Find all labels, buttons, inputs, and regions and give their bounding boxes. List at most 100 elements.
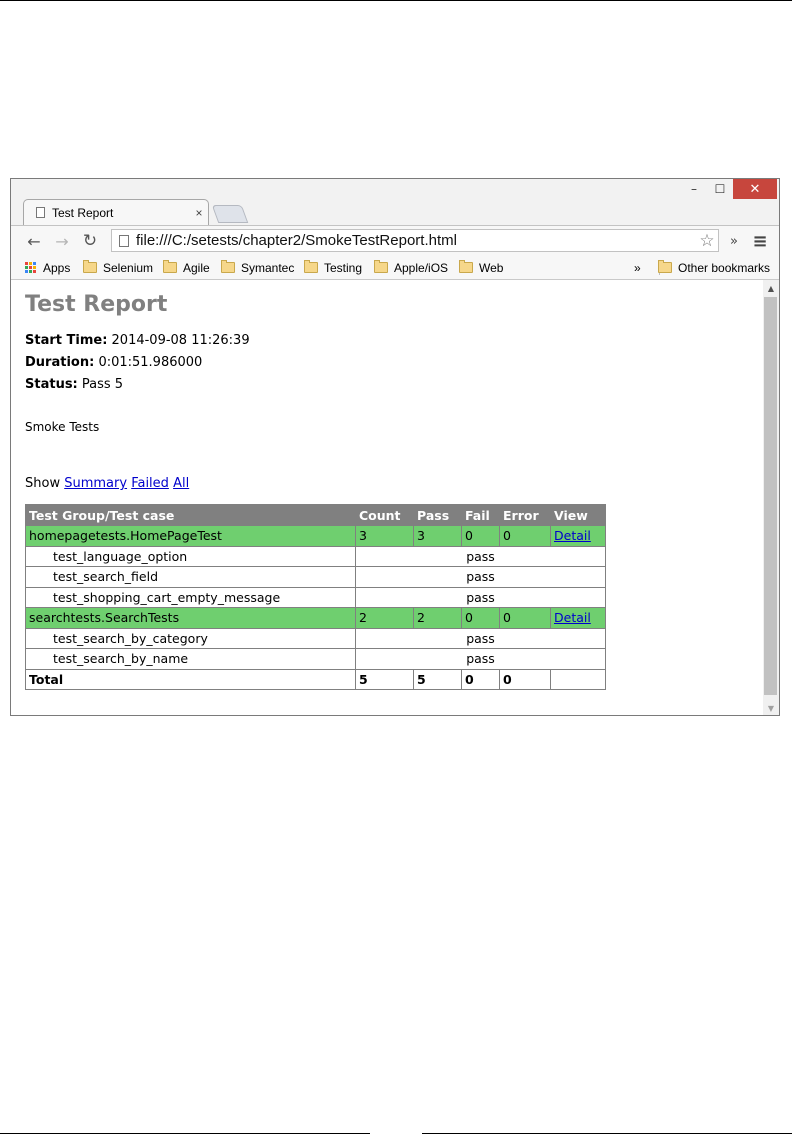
group-view: Detail: [550, 607, 606, 629]
bookmark-label: Web: [479, 260, 504, 275]
bookmark-other-bookmarks[interactable]: Other bookmarks: [658, 259, 770, 276]
detail-link[interactable]: Detail: [554, 528, 591, 543]
folder-icon: [163, 260, 177, 273]
folder-icon: [83, 260, 97, 273]
bookmark-label: Testing: [324, 260, 363, 275]
page-bottom-rule: [0, 1133, 370, 1134]
bookmark-apple-ios[interactable]: Apple/iOS: [374, 259, 448, 276]
duration-line: Duration: 0:01:51.986000: [25, 355, 202, 370]
page-icon: [36, 207, 45, 218]
filter-links: Show Summary Failed All: [25, 476, 189, 491]
test-case-result: pass: [355, 627, 606, 649]
failed-link[interactable]: Failed: [131, 476, 169, 491]
page-top-rule: [0, 0, 792, 1]
group-name: homepagetests.HomePageTest: [25, 525, 356, 547]
test-case-name: test_search_by_name: [25, 648, 356, 670]
test-case-name: test_search_by_category: [25, 627, 356, 649]
status-value: Pass 5: [81, 377, 124, 392]
folder-icon: [221, 260, 235, 273]
bookmark-label: Selenium: [103, 260, 154, 275]
scroll-up-arrow-icon[interactable]: ▲: [763, 280, 779, 296]
menu-icon[interactable]: ≡: [749, 230, 771, 252]
bookmark-agile[interactable]: Agile: [163, 259, 210, 276]
duration-value: 0:01:51.986000: [98, 355, 203, 370]
bookmark-label: Apps: [43, 260, 71, 275]
test-case-row: test_shopping_cart_empty_message pass: [25, 586, 606, 608]
all-link[interactable]: All: [173, 476, 189, 491]
test-group-row: homepagetests.HomePageTest 3 3 0 0 Detai…: [25, 525, 606, 547]
test-case-row: test_search_by_name pass: [25, 648, 606, 670]
vertical-scrollbar[interactable]: ▲ ▼: [763, 280, 779, 715]
total-pass: 5: [413, 668, 462, 690]
group-count: 2: [355, 607, 414, 629]
bookmark-label: Symantec: [241, 260, 295, 275]
test-group-row: searchtests.SearchTests 2 2 0 0 Detail: [25, 607, 606, 629]
tab-strip: Test Report ×: [11, 199, 779, 225]
group-view: Detail: [550, 525, 606, 547]
bookmark-symantec[interactable]: Symantec: [221, 259, 294, 276]
folder-icon: [374, 260, 388, 273]
duration-label: Duration:: [25, 355, 95, 370]
forward-icon[interactable]: →: [51, 230, 73, 252]
group-pass: 3: [413, 525, 462, 547]
test-case-row: test_search_field pass: [25, 566, 606, 588]
minimize-button[interactable]: –: [681, 179, 707, 199]
close-window-button[interactable]: ✕: [733, 179, 777, 199]
test-case-name: test_language_option: [25, 545, 356, 567]
page-bottom-rule: [422, 1133, 792, 1134]
test-case-result: pass: [355, 586, 606, 608]
tab-title: Test Report: [52, 205, 114, 220]
report-title: Test Report: [25, 292, 168, 317]
detail-link[interactable]: Detail: [554, 610, 591, 625]
test-case-result: pass: [355, 566, 606, 588]
bookmark-testing[interactable]: Testing: [304, 259, 362, 276]
bookmark-web[interactable]: Web: [459, 259, 503, 276]
group-name: searchtests.SearchTests: [25, 607, 356, 629]
folder-icon: [304, 260, 318, 273]
group-error: 0: [499, 525, 551, 547]
group-count: 3: [355, 525, 414, 547]
back-icon[interactable]: ←: [23, 230, 45, 252]
column-header: View: [550, 504, 606, 526]
column-header: Fail: [461, 504, 500, 526]
group-fail: 0: [461, 525, 500, 547]
extensions-overflow-icon[interactable]: »: [723, 230, 745, 252]
scroll-down-arrow-icon[interactable]: ▼: [763, 700, 779, 715]
total-row: Total 5 5 0 0: [25, 668, 606, 690]
bookmarks-bar: Apps Selenium Agile Symantec Testing App…: [11, 255, 779, 280]
show-label: Show: [25, 476, 61, 491]
total-fail: 0: [461, 668, 500, 690]
total-label: Total: [25, 668, 356, 690]
group-fail: 0: [461, 607, 500, 629]
bookmarks-overflow-icon[interactable]: »: [634, 259, 641, 276]
status-line: Status: Pass 5: [25, 377, 123, 392]
scroll-thumb[interactable]: [764, 297, 777, 695]
browser-window: – ☐ ✕ Test Report × ← → ↻ file:///C:/set…: [10, 178, 780, 716]
test-case-result: pass: [355, 545, 606, 567]
test-case-row: test_search_by_category pass: [25, 627, 606, 649]
bookmark-selenium[interactable]: Selenium: [83, 259, 153, 276]
page-icon: [119, 234, 129, 247]
table-header-row: Test Group/Test case Count Pass Fail Err…: [25, 504, 606, 526]
browser-toolbar: ← → ↻ file:///C:/setests/chapter2/SmokeT…: [11, 225, 779, 256]
total-count: 5: [355, 668, 414, 690]
total-error: 0: [499, 668, 551, 690]
window-controls: – ☐ ✕: [681, 179, 777, 199]
tab-close-icon[interactable]: ×: [190, 206, 208, 220]
summary-link[interactable]: Summary: [64, 476, 127, 491]
page-content: Test Report Start Time: 2014-09-08 11:26…: [11, 280, 763, 715]
test-case-name: test_shopping_cart_empty_message: [25, 586, 356, 608]
reload-icon[interactable]: ↻: [79, 230, 101, 252]
results-table: Test Group/Test case Count Pass Fail Err…: [25, 504, 606, 690]
start-time-line: Start Time: 2014-09-08 11:26:39: [25, 333, 250, 348]
start-time-value: 2014-09-08 11:26:39: [111, 333, 250, 348]
title-bar: – ☐ ✕: [11, 179, 779, 199]
address-bar[interactable]: file:///C:/setests/chapter2/SmokeTestRep…: [111, 229, 719, 252]
bookmark-apps[interactable]: Apps: [25, 259, 70, 276]
tab-test-report[interactable]: Test Report ×: [23, 199, 209, 225]
test-case-row: test_language_option pass: [25, 545, 606, 567]
maximize-button[interactable]: ☐: [707, 179, 733, 199]
new-tab-button[interactable]: [211, 205, 249, 223]
bookmark-star-icon[interactable]: ☆: [696, 231, 718, 251]
url-text[interactable]: file:///C:/setests/chapter2/SmokeTestRep…: [136, 232, 696, 249]
